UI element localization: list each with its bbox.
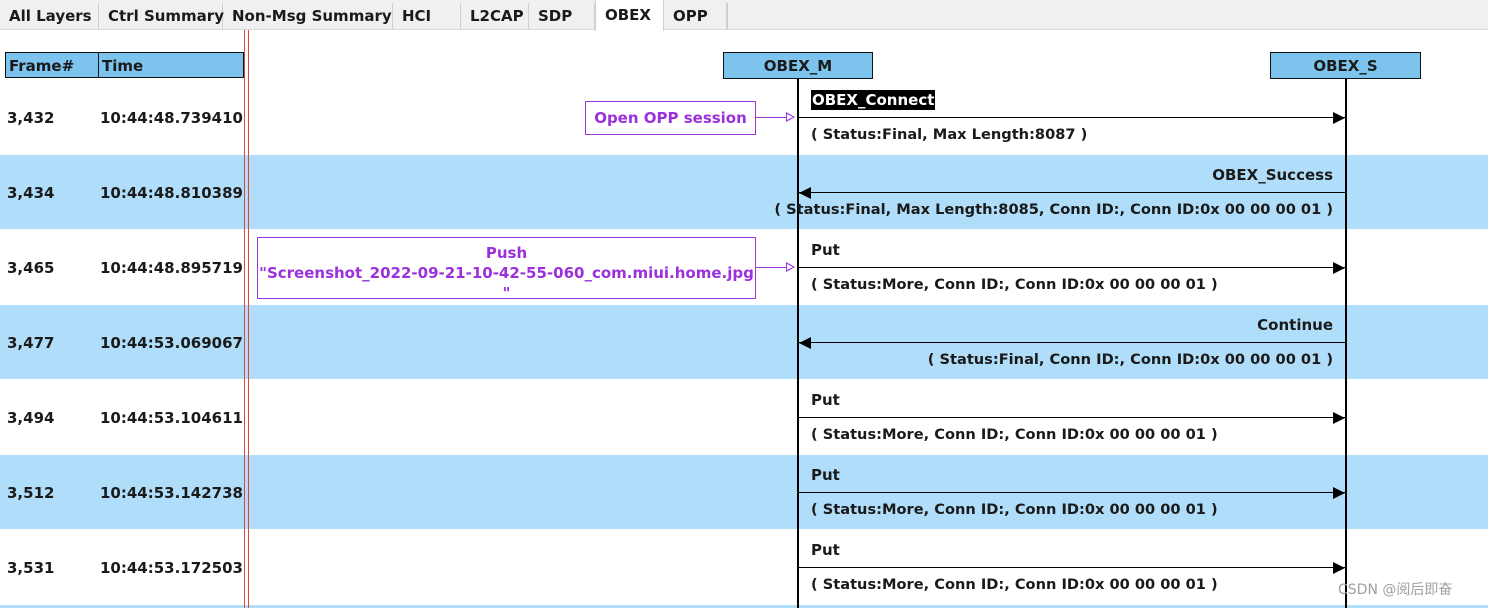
arrow-right-icon xyxy=(1333,412,1345,424)
time-cell: 10:44:53.069067 xyxy=(100,334,243,352)
message-label[interactable]: OBEX_Success xyxy=(1212,165,1333,185)
tab-ctrl-summary[interactable]: Ctrl Summary xyxy=(99,3,224,29)
arrow-right-icon xyxy=(1333,487,1345,499)
annotation-text: Open OPP session xyxy=(594,109,747,127)
time-cell: 10:44:48.810389 xyxy=(100,184,243,202)
time-cell: 10:44:48.895719 xyxy=(100,259,243,277)
time-cell: 10:44:48.739410 xyxy=(100,109,243,127)
message-params: ( Status:More, Conn ID:, Conn ID:0x 00 0… xyxy=(811,276,1218,293)
time-cell: 10:44:53.104611 xyxy=(100,409,243,427)
message-arrow[interactable] xyxy=(799,192,1345,193)
annotation-arrow-icon xyxy=(786,262,795,272)
annotation-push[interactable]: Push "Screenshot_2022-09-21-10-42-55-060… xyxy=(257,237,756,302)
annotation-open-opp-session[interactable]: Open OPP session xyxy=(585,101,756,135)
annotation-connector xyxy=(756,117,786,118)
tab-non-msg-summary[interactable]: Non-Msg Summary xyxy=(223,3,393,29)
lifeline-header-obex-m: OBEX_M xyxy=(723,52,873,79)
annotation-connector xyxy=(756,267,786,268)
time-cell: 10:44:53.172503 xyxy=(100,559,243,577)
tab-hci[interactable]: HCI xyxy=(393,3,461,29)
arrow-right-icon xyxy=(1333,112,1345,124)
tab-l2cap[interactable]: L2CAP xyxy=(461,3,529,29)
message-label[interactable]: Put xyxy=(811,240,840,260)
frame-cell: 3,512 xyxy=(7,484,55,502)
message-params: ( Status:Final, Conn ID:, Conn ID:0x 00 … xyxy=(927,351,1333,368)
frame-cell: 3,465 xyxy=(7,259,55,277)
frame-column-header[interactable]: Frame# xyxy=(5,52,99,78)
message-params: ( Status:More, Conn ID:, Conn ID:0x 00 0… xyxy=(811,501,1218,518)
lifeline-header-obex-s: OBEX_S xyxy=(1270,52,1421,79)
frame-cell: 3,477 xyxy=(7,334,55,352)
arrow-right-icon xyxy=(1333,262,1345,274)
message-arrow[interactable] xyxy=(799,492,1345,493)
lifeline-obex-s xyxy=(1345,79,1347,608)
message-label[interactable]: OBEX_Connect xyxy=(811,90,936,110)
tab-bar-divider xyxy=(727,3,728,29)
pane-separator[interactable] xyxy=(248,30,249,608)
annotation-arrow-icon xyxy=(786,112,795,122)
message-arrow[interactable] xyxy=(799,117,1345,118)
message-arrow[interactable] xyxy=(799,342,1345,343)
message-arrow[interactable] xyxy=(799,417,1345,418)
arrow-right-icon xyxy=(1333,562,1345,574)
message-params: ( Status:More, Conn ID:, Conn ID:0x 00 0… xyxy=(811,426,1218,443)
message-label[interactable]: Put xyxy=(811,540,840,560)
message-label[interactable]: Put xyxy=(811,465,840,485)
message-label[interactable]: Put xyxy=(811,390,840,410)
tab-sdp[interactable]: SDP xyxy=(529,3,595,29)
time-cell: 10:44:53.142738 xyxy=(100,484,243,502)
pane-separator[interactable] xyxy=(244,30,245,608)
message-params: ( Status:Final, Max Length:8085, Conn ID… xyxy=(774,201,1333,218)
tab-opp[interactable]: OPP xyxy=(664,3,727,29)
tab-all-layers[interactable]: All Layers xyxy=(0,3,99,29)
watermark: CSDN @阅后即奋 xyxy=(1338,582,1453,598)
protocol-tab-bar: All Layers Ctrl Summary Non-Msg Summary … xyxy=(0,0,1488,31)
message-params: ( Status:More, Conn ID:, Conn ID:0x 00 0… xyxy=(811,576,1218,593)
arrow-left-icon xyxy=(799,187,811,199)
annotation-title: Push xyxy=(485,244,528,262)
arrow-left-icon xyxy=(799,337,811,349)
message-label[interactable]: Continue xyxy=(1257,315,1333,335)
message-params: ( Status:Final, Max Length:8087 ) xyxy=(811,126,1088,143)
frame-cell: 3,494 xyxy=(7,409,55,427)
time-column-header[interactable]: Time xyxy=(98,52,244,78)
frame-cell: 3,434 xyxy=(7,184,55,202)
tab-obex[interactable]: OBEX xyxy=(595,0,664,31)
message-arrow[interactable] xyxy=(799,567,1345,568)
frame-cell: 3,531 xyxy=(7,559,55,577)
annotation-filename: "Screenshot_2022-09-21-10-42-55-060_com.… xyxy=(259,264,754,302)
frame-cell: 3,432 xyxy=(7,109,55,127)
message-arrow[interactable] xyxy=(799,267,1345,268)
